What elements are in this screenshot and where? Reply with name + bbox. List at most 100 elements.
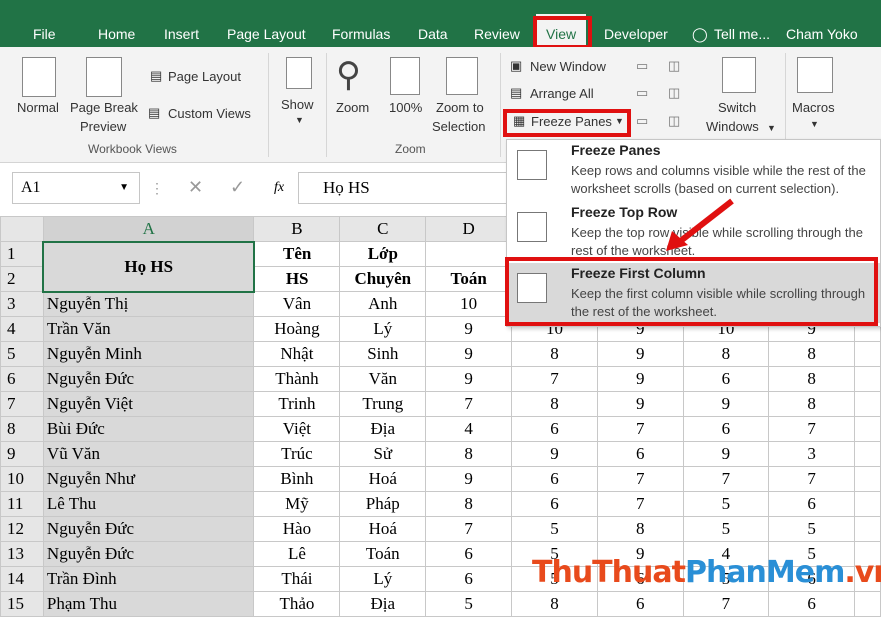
cell-d[interactable]: 8 (425, 491, 513, 517)
cell-a[interactable]: Bùi Đức (42, 416, 255, 442)
cell-c[interactable]: Pháp (339, 491, 427, 517)
cell-g[interactable]: 7 (682, 466, 770, 492)
cell-d[interactable]: 7 (425, 391, 513, 417)
split-icon[interactable]: ▭ (636, 58, 648, 74)
row-header[interactable]: 9 (0, 441, 44, 467)
show-button[interactable]: Show (281, 97, 314, 112)
cell-c1[interactable]: Lớp (339, 241, 427, 267)
cell-a[interactable]: Nguyễn Đức (42, 541, 255, 567)
cell-e[interactable]: 6 (511, 491, 598, 517)
cell-h[interactable]: 8 (768, 391, 856, 417)
cell-d2[interactable]: Toán (425, 266, 513, 292)
zoom-100-button[interactable]: 100% (389, 100, 422, 115)
cell-g[interactable]: 9 (682, 441, 770, 467)
cell-c[interactable]: Lý (339, 316, 427, 342)
cell-a[interactable]: Nguyễn Việt (42, 391, 255, 417)
row-header[interactable]: 13 (0, 541, 44, 567)
cell-a[interactable]: Lê Thu (42, 491, 255, 517)
cell-e[interactable]: 6 (511, 466, 598, 492)
cell-a[interactable]: Trần Đình (42, 566, 255, 592)
custom-views-button[interactable]: Custom Views (168, 106, 251, 121)
tab-file[interactable]: File (33, 14, 56, 47)
tab-review[interactable]: Review (474, 14, 520, 47)
cell-g[interactable]: 9 (682, 391, 770, 417)
new-window-button[interactable]: New Window (530, 59, 606, 74)
cell-g[interactable]: 7 (682, 591, 770, 617)
cell-d[interactable]: 4 (425, 416, 513, 442)
unhide-icon[interactable]: ▭ (636, 113, 648, 129)
enter-icon[interactable]: ✓ (230, 177, 245, 198)
cell-b[interactable]: Mỹ (253, 491, 341, 517)
cell-g[interactable]: 6 (682, 416, 770, 442)
cell-f[interactable]: 6 (596, 441, 684, 467)
view-side-by-side-icon[interactable]: ◫ (668, 58, 680, 74)
cell-d[interactable]: 9 (425, 341, 513, 367)
cell-b[interactable]: Hoàng (253, 316, 341, 342)
cell-g[interactable]: 5 (682, 516, 770, 542)
row-header[interactable]: 7 (0, 391, 44, 417)
cell-d[interactable]: 8 (425, 441, 513, 467)
cell-d[interactable]: 5 (425, 591, 513, 617)
row-header[interactable]: 2 (0, 266, 44, 292)
cell-h[interactable]: 7 (768, 416, 856, 442)
cell-c[interactable]: Lý (339, 566, 427, 592)
page-layout-button[interactable]: Page Layout (168, 69, 241, 84)
cell-c[interactable]: Anh (339, 291, 427, 317)
cell[interactable] (854, 391, 881, 417)
cell[interactable] (854, 516, 881, 542)
cell[interactable] (854, 466, 881, 492)
reset-position-icon[interactable]: ◫ (668, 113, 680, 129)
cell-d[interactable]: 6 (425, 541, 513, 567)
cell-c[interactable]: Địa (339, 416, 427, 442)
cell-b[interactable]: Việt (253, 416, 341, 442)
row-header[interactable]: 5 (0, 341, 44, 367)
cell-b[interactable]: Lê (253, 541, 341, 567)
cell-h[interactable]: 7 (768, 466, 856, 492)
menu-item-freeze-panes[interactable]: Freeze Panes Keep rows and columns visib… (507, 140, 880, 200)
arrange-all-button[interactable]: Arrange All (530, 86, 594, 101)
cell-c[interactable]: Trung (339, 391, 427, 417)
cell-f[interactable]: 7 (596, 466, 684, 492)
cell-c[interactable]: Địa (339, 591, 427, 617)
cell-h[interactable]: 8 (768, 341, 856, 367)
cell[interactable] (854, 591, 881, 617)
cell-e[interactable]: 8 (511, 591, 598, 617)
cell-b[interactable]: Trúc (253, 441, 341, 467)
cell-g[interactable]: 5 (682, 491, 770, 517)
tab-home[interactable]: Home (98, 14, 135, 47)
cell-f[interactable]: 8 (596, 516, 684, 542)
cell-a[interactable]: Nguyễn Đức (42, 516, 255, 542)
cell[interactable] (854, 491, 881, 517)
cell-f[interactable]: 9 (596, 366, 684, 392)
cell-a1[interactable]: Họ HS (42, 240, 255, 293)
cell-b1[interactable]: Tên (253, 241, 341, 267)
cell-h[interactable]: 8 (768, 366, 856, 392)
cell-c[interactable]: Sử (339, 441, 427, 467)
tell-me-box[interactable]: Tell me... (714, 14, 770, 47)
switch-windows-button[interactable]: Switch (718, 100, 756, 115)
cell-f[interactable]: 7 (596, 491, 684, 517)
cell-h[interactable]: 6 (768, 491, 856, 517)
cell-g[interactable]: 6 (682, 366, 770, 392)
row-header[interactable]: 15 (0, 591, 44, 617)
cell-h[interactable]: 3 (768, 441, 856, 467)
cell-a[interactable]: Nguyễn Đức (42, 366, 255, 392)
cell-d[interactable]: 9 (425, 366, 513, 392)
cell-b[interactable]: Hào (253, 516, 341, 542)
column-header-c[interactable]: C (339, 216, 427, 242)
cell-c[interactable]: Hoá (339, 466, 427, 492)
cell-g[interactable]: 8 (682, 341, 770, 367)
row-header[interactable]: 8 (0, 416, 44, 442)
cell-a[interactable]: Phạm Thu (42, 591, 255, 617)
row-header[interactable]: 4 (0, 316, 44, 342)
cell-c[interactable]: Hoá (339, 516, 427, 542)
insert-function-button[interactable]: fx (274, 180, 284, 196)
zoom-button[interactable]: Zoom (336, 100, 369, 115)
tab-insert[interactable]: Insert (164, 14, 199, 47)
cell-e[interactable]: 7 (511, 366, 598, 392)
row-header[interactable]: 3 (0, 291, 44, 317)
cell-b[interactable]: Bình (253, 466, 341, 492)
cell[interactable] (854, 341, 881, 367)
name-box[interactable]: A1 ▼ (12, 172, 140, 204)
sync-scroll-icon[interactable]: ◫ (668, 85, 680, 101)
